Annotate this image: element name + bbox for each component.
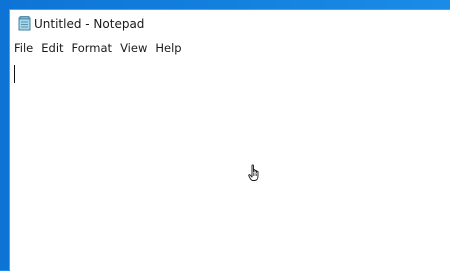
- notepad-window: Untitled - Notepad File Edit Format View…: [9, 9, 450, 271]
- title-bar[interactable]: Untitled - Notepad: [10, 10, 450, 38]
- text-editor-area[interactable]: [10, 58, 450, 271]
- menu-bar: File Edit Format View Help: [10, 39, 450, 57]
- text-caret: [14, 65, 15, 83]
- window-title: Untitled - Notepad: [34, 17, 145, 31]
- menu-help[interactable]: Help: [151, 39, 185, 57]
- menu-format[interactable]: Format: [68, 39, 117, 57]
- menu-view[interactable]: View: [116, 39, 151, 57]
- hand-pointer-icon: [248, 164, 262, 182]
- menu-file[interactable]: File: [10, 39, 37, 57]
- menu-edit[interactable]: Edit: [37, 39, 67, 57]
- notepad-icon: [17, 16, 33, 31]
